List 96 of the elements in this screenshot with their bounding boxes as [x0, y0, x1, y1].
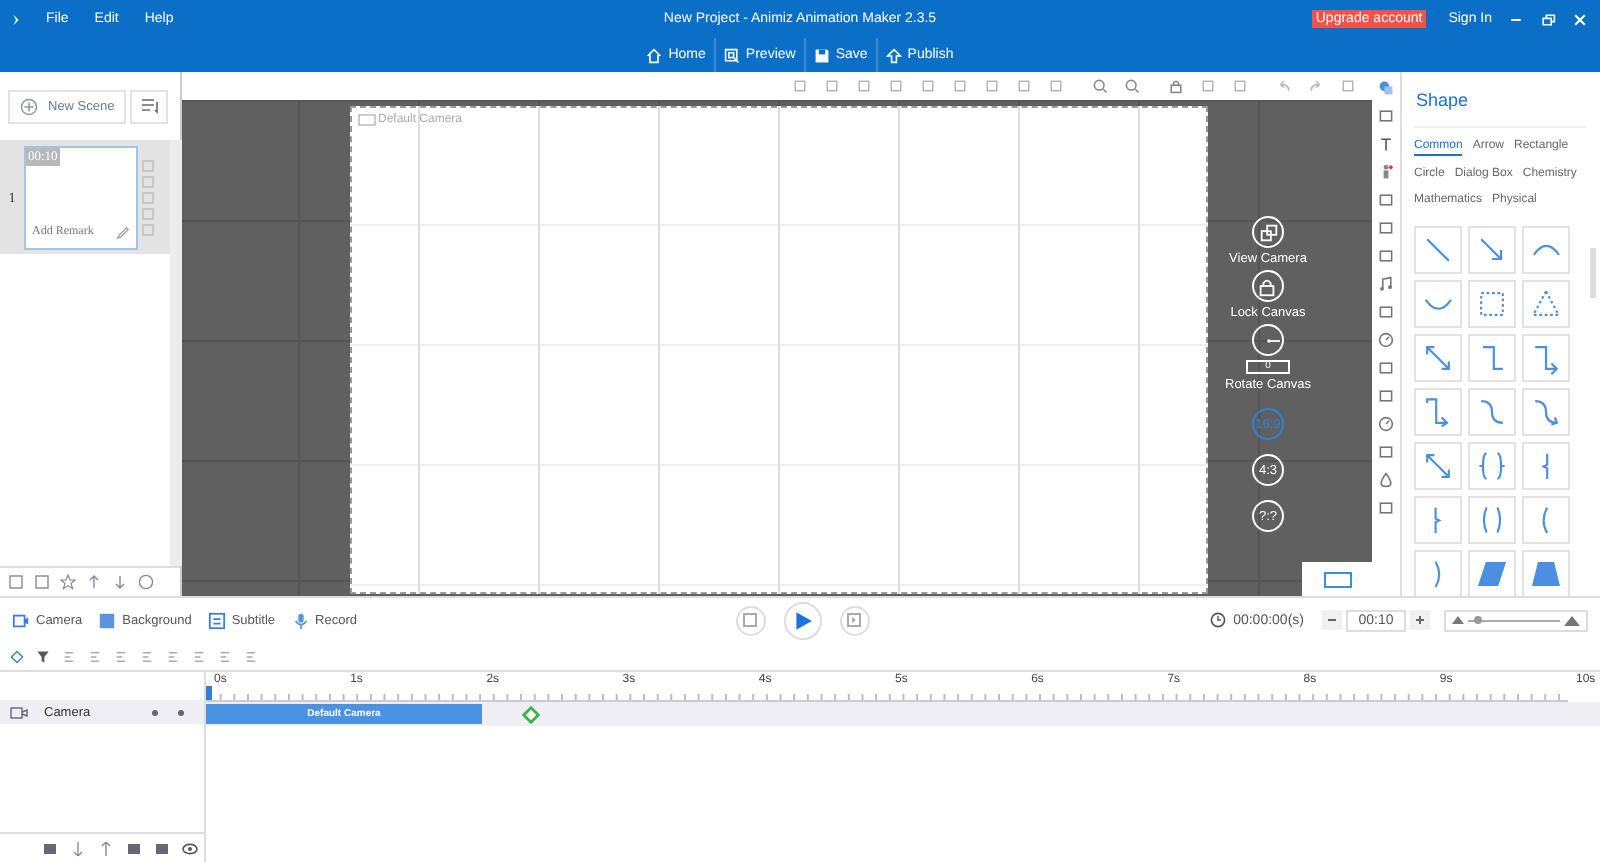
sort-icon — [139, 96, 159, 116]
sort-button[interactable] — [130, 89, 168, 123]
shape-tile[interactable] — [1522, 550, 1570, 596]
preview-icon — [723, 47, 740, 63]
shape-tile[interactable] — [1414, 496, 1462, 544]
clock-icon[interactable] — [1378, 332, 1394, 348]
shape-tile[interactable] — [1468, 388, 1516, 436]
music-icon[interactable] — [1378, 276, 1394, 292]
double-arrow-shape-icon — [1420, 340, 1456, 376]
restore-icon[interactable] — [1540, 11, 1556, 27]
play-button[interactable] — [783, 601, 822, 639]
minimap[interactable] — [1302, 562, 1372, 596]
shape-tile[interactable] — [1522, 388, 1570, 436]
up-arrow-icon[interactable] — [98, 841, 114, 855]
double-arrow-shape-icon — [1420, 448, 1456, 484]
next-frame-icon — [846, 612, 863, 628]
shape-tile[interactable] — [1414, 226, 1462, 274]
minus-icon — [1326, 614, 1338, 626]
shape-tile[interactable] — [1414, 280, 1462, 328]
frame-icon — [742, 612, 759, 628]
pie-icon[interactable] — [1378, 416, 1394, 432]
parenthesis-shape-icon — [1432, 559, 1444, 589]
subtitle-icon — [207, 611, 226, 629]
plus-button[interactable] — [1410, 610, 1430, 630]
brace-shape-icon — [1432, 505, 1444, 535]
edit-icon[interactable] — [116, 225, 130, 239]
rotate-button[interactable] — [1252, 324, 1284, 356]
brace-shape-icon — [1540, 451, 1552, 481]
previous-button[interactable] — [735, 605, 766, 635]
down-arrow-icon[interactable] — [112, 574, 128, 590]
distribute-icon[interactable] — [166, 649, 180, 663]
minus-button[interactable] — [1322, 610, 1342, 630]
microphone-icon — [291, 611, 310, 629]
dashed-triangle-shape-icon — [1528, 286, 1564, 322]
clock-icon — [1209, 612, 1226, 628]
shape-tile[interactable] — [1414, 334, 1462, 382]
arc-shape-icon — [1531, 243, 1561, 257]
shape-tile[interactable] — [1468, 334, 1516, 382]
trapezoid-shape-icon — [1528, 556, 1564, 592]
up-arrow-icon[interactable] — [86, 574, 102, 590]
more-icon[interactable] — [138, 574, 154, 590]
shape-tile[interactable] — [1522, 280, 1570, 328]
shape-tile[interactable] — [1468, 496, 1516, 544]
dot-icon[interactable] — [178, 709, 184, 715]
shape-tile[interactable] — [1522, 496, 1570, 544]
text-icon[interactable] — [1378, 136, 1394, 152]
squares-icon — [1257, 221, 1279, 243]
redo-icon[interactable] — [1308, 78, 1324, 94]
zoom-in-icon[interactable] — [1092, 78, 1108, 94]
scrollbar[interactable] — [1590, 248, 1596, 298]
shape-icon[interactable] — [1378, 80, 1394, 96]
next-button[interactable] — [839, 605, 870, 635]
camera-icon — [10, 705, 28, 719]
shape-tile[interactable] — [1414, 388, 1462, 436]
shape-tile[interactable] — [1414, 442, 1462, 490]
view-camera-button[interactable] — [1252, 216, 1284, 248]
plus-icon — [1414, 614, 1426, 626]
filter-icon[interactable] — [36, 649, 50, 663]
close-icon[interactable] — [1572, 11, 1588, 27]
dashed-square-shape-icon — [1474, 286, 1510, 322]
home-icon — [646, 47, 663, 63]
zoom-out-icon[interactable] — [1124, 78, 1140, 94]
shape-tile[interactable] — [1468, 280, 1516, 328]
shape-tile[interactable] — [1522, 226, 1570, 274]
shape-tile[interactable] — [1468, 550, 1516, 596]
eye-icon[interactable] — [182, 841, 198, 855]
keyframe-icon[interactable] — [10, 649, 24, 663]
dot-icon[interactable] — [152, 709, 158, 715]
shape-tile[interactable] — [1522, 442, 1570, 490]
plus-icon — [20, 97, 38, 115]
camera-frame-icon — [358, 114, 376, 126]
shape-tile[interactable] — [1522, 334, 1570, 382]
video-camera-icon — [12, 611, 30, 629]
figure-icon[interactable] — [1378, 164, 1394, 180]
panel-title: Shape — [1416, 90, 1471, 110]
shape-tile[interactable] — [1468, 442, 1516, 490]
playhead-handle[interactable] — [206, 686, 212, 700]
play-icon — [791, 609, 814, 631]
mountain-icon — [1452, 616, 1464, 624]
shape-tile[interactable] — [1468, 226, 1516, 274]
canvas-frame-icon — [1323, 571, 1351, 587]
save-icon — [813, 47, 830, 63]
lock-button[interactable] — [1251, 270, 1284, 302]
distribute-icon[interactable] — [192, 649, 206, 663]
parenthesis-shape-icon — [1540, 505, 1552, 535]
drop-icon[interactable] — [1378, 472, 1394, 488]
down-arrow-icon[interactable] — [70, 841, 86, 855]
undo-icon[interactable] — [1276, 78, 1292, 94]
upload-icon — [885, 47, 902, 63]
parallelogram-shape-icon — [1474, 556, 1510, 592]
braces-shape-icon — [1474, 448, 1510, 484]
mountain-icon — [1564, 615, 1580, 625]
app-logo-icon — [12, 13, 20, 25]
shape-tile[interactable] — [1414, 550, 1462, 596]
distribute-icon[interactable] — [218, 649, 232, 663]
square-icon — [98, 611, 117, 629]
